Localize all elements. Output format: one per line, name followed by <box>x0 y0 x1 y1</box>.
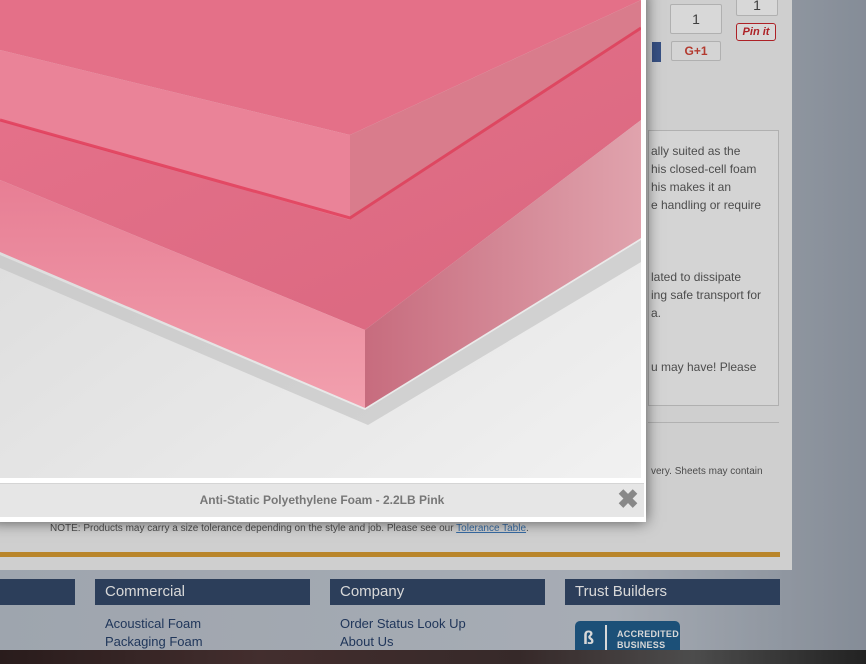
image-caption: Anti-Static Polyethylene Foam - 2.2LB Pi… <box>199 493 445 507</box>
product-photo <box>0 0 641 478</box>
caption-bar: Anti-Static Polyethylene Foam - 2.2LB Pi… <box>0 483 644 517</box>
close-icon[interactable]: ✖ <box>617 486 639 512</box>
foam-image <box>0 0 641 478</box>
lightbox: Anti-Static Polyethylene Foam - 2.2LB Pi… <box>0 0 646 522</box>
